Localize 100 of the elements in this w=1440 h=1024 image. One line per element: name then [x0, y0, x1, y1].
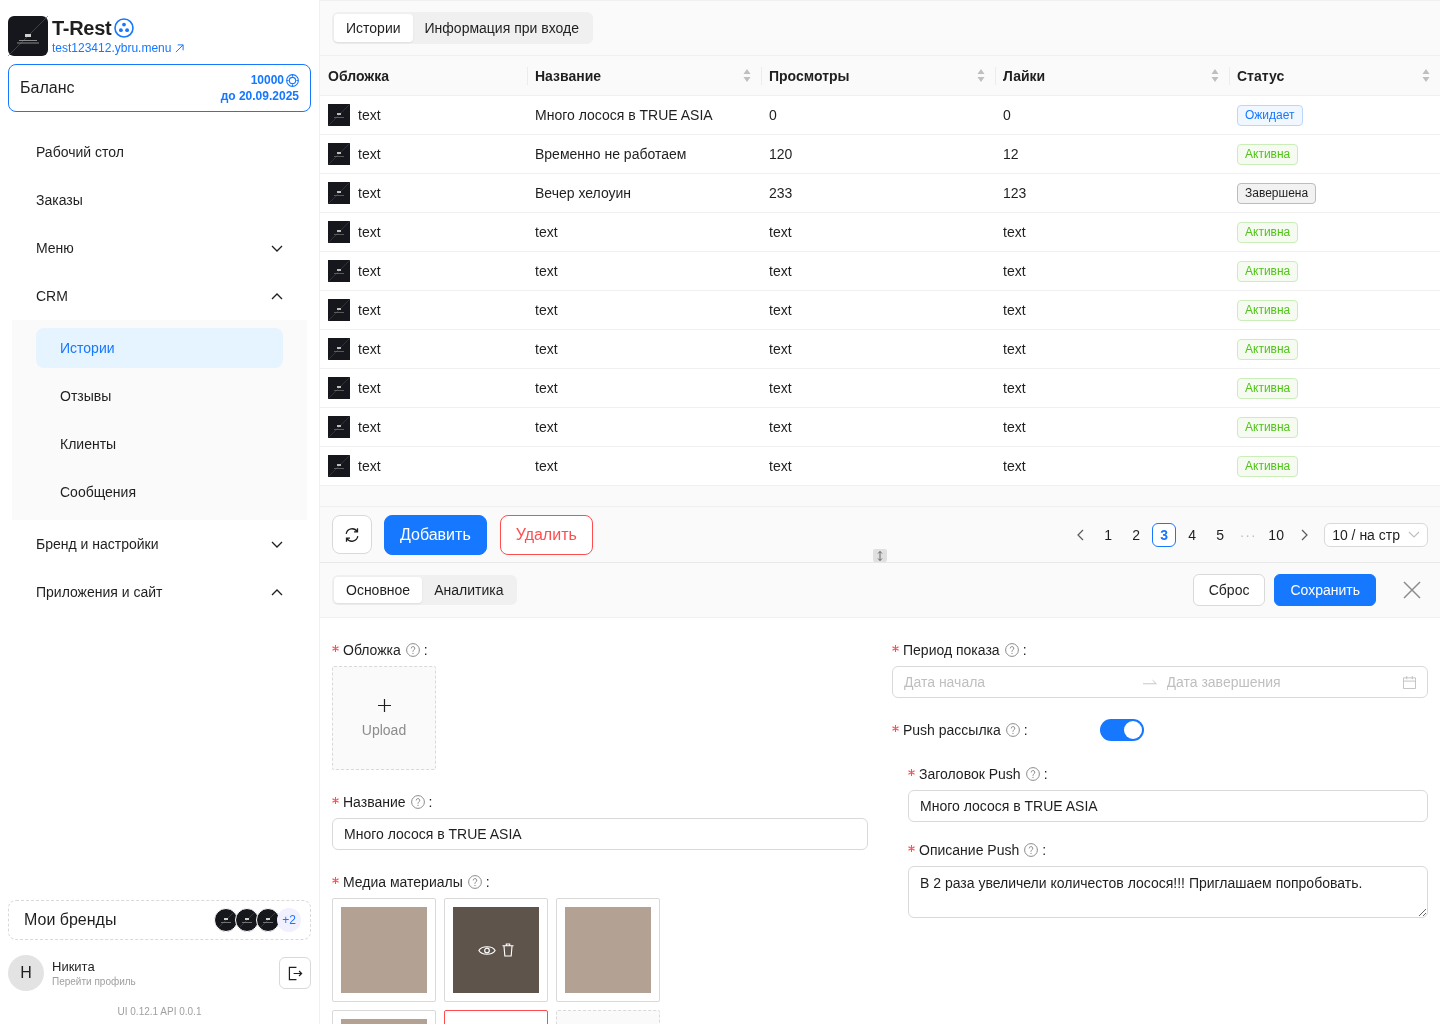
help-icon[interactable]: [1005, 723, 1020, 737]
cover-text: text: [358, 185, 381, 201]
label-colon: :: [1042, 842, 1047, 858]
submenu-item[interactable]: Сообщения: [36, 472, 283, 512]
media-item[interactable]: [444, 898, 548, 1002]
text-input[interactable]: Много лосося в TRUE ASIA: [908, 790, 1428, 822]
submenu-item[interactable]: Клиенты: [36, 424, 283, 464]
arrow-up-right-icon: [175, 43, 185, 53]
toggle-switch[interactable]: [1100, 719, 1144, 741]
sort-icon: [743, 69, 751, 82]
field-label: Push рассылка: [903, 722, 1001, 738]
help-icon[interactable]: [1025, 767, 1040, 781]
tab[interactable]: Истории: [334, 14, 413, 42]
table-cell-text: 0: [1002, 106, 1012, 125]
menu-item[interactable]: Рабочий стол: [12, 132, 307, 172]
brand-avatar: [256, 908, 280, 932]
cover-thumbnail: [328, 377, 350, 399]
page-button[interactable]: 2: [1124, 522, 1149, 547]
table-cell-text: text: [534, 457, 559, 476]
logout-button[interactable]: [279, 957, 311, 989]
cover-thumbnail: [328, 299, 350, 321]
cover-thumbnail: [328, 221, 350, 243]
page-button[interactable]: 10: [1264, 522, 1289, 547]
brand-name: T-Rest: [52, 16, 112, 40]
tab[interactable]: Аналитика: [422, 577, 516, 603]
add-button[interactable]: Добавить: [384, 514, 487, 555]
my-brands-label: Мои бренды: [24, 911, 117, 929]
table-cell-text: text: [534, 418, 559, 437]
table-cell-text: text: [1002, 457, 1027, 476]
table-cell-text: text: [768, 262, 793, 281]
help-icon[interactable]: [1004, 643, 1019, 657]
site-link[interactable]: test123412.ybru.menu: [52, 40, 185, 56]
table-cell-text: text: [768, 340, 793, 359]
table-cell-text: Много лосося в TRUE ASIA: [534, 106, 714, 125]
balance-expiry: до 20.09.2025: [220, 88, 299, 104]
label-colon: :: [1022, 642, 1027, 658]
menu-item[interactable]: CRM: [12, 276, 307, 316]
text-input[interactable]: Много лосося в TRUE ASIA: [332, 818, 868, 850]
reset-button[interactable]: Сброс: [1192, 574, 1266, 606]
resize-handle[interactable]: [873, 549, 887, 562]
table-cell-text: text: [1002, 340, 1027, 359]
user-avatar: Н: [8, 955, 44, 991]
status-tag: Активна: [1237, 299, 1299, 321]
menu-item[interactable]: Заказы: [12, 180, 307, 220]
table-cell-text: 123: [1002, 184, 1028, 203]
page-button[interactable]: 1: [1096, 522, 1121, 547]
label-colon: :: [423, 642, 428, 658]
start-date-input[interactable]: Дата начала: [904, 672, 1133, 692]
more-brands-badge[interactable]: +2: [277, 908, 301, 932]
page-button[interactable]: 4: [1180, 522, 1205, 547]
refresh-button[interactable]: [332, 515, 372, 554]
tab[interactable]: Информация при входе: [412, 14, 591, 42]
chevron-left-icon: [1076, 528, 1084, 541]
trash-icon[interactable]: [502, 943, 514, 957]
status-tag: Активна: [1237, 338, 1299, 360]
submenu-item[interactable]: Истории: [36, 328, 283, 368]
textarea-field[interactable]: В 2 раза увеличели количестов лосося!!! Приглашаем попробовать.: [908, 866, 1428, 918]
cover-thumbnail: [328, 455, 350, 477]
menu-item[interactable]: Бренд и настройки: [12, 524, 307, 564]
cover-text: text: [358, 302, 381, 318]
page-size-select[interactable]: 10 / на стр: [1324, 522, 1428, 547]
cover-text: text: [358, 107, 381, 123]
help-icon[interactable]: [467, 875, 482, 889]
column-header[interactable]: Просмотры: [761, 56, 995, 95]
column-header: Обложка: [327, 66, 390, 86]
menu-item[interactable]: Приложения и сайт: [12, 572, 307, 612]
cover-thumbnail: [328, 143, 350, 165]
calendar-icon[interactable]: [1403, 675, 1416, 689]
three-dots-circle-icon: [114, 18, 135, 38]
balance-card[interactable]: Баланс 10000 до 20.09.2025: [8, 64, 311, 112]
page-button[interactable]: 5: [1208, 522, 1233, 547]
table-cell-text: text: [534, 379, 559, 398]
date-range-field[interactable]: Дата начала Дата завершения: [892, 666, 1428, 698]
chevron-down-icon: [1408, 531, 1420, 538]
cover-text: text: [358, 263, 381, 279]
cover-text: text: [358, 146, 381, 162]
menu-item[interactable]: Меню: [12, 228, 307, 268]
user-name: Никита: [52, 958, 95, 975]
submenu-item[interactable]: Отзывы: [36, 376, 283, 416]
refresh-icon: [344, 526, 360, 543]
help-icon[interactable]: [405, 643, 420, 657]
status-tag: Активна: [1237, 143, 1299, 165]
end-date-input[interactable]: Дата завершения: [1166, 672, 1395, 692]
help-icon[interactable]: [410, 795, 425, 809]
column-header[interactable]: Статус: [1229, 56, 1440, 95]
help-icon[interactable]: [1024, 843, 1039, 857]
column-header[interactable]: Название: [527, 56, 761, 95]
table-cell-text: Вечер хелоуин: [534, 184, 633, 203]
plus-icon: [377, 698, 391, 712]
table-cell-text: text: [534, 301, 559, 320]
my-brands-card[interactable]: Мои бренды +2: [8, 900, 311, 940]
column-header[interactable]: Лайки: [995, 56, 1229, 95]
brand-avatar: [235, 908, 259, 932]
status-tag: Активна: [1237, 377, 1299, 399]
page-button[interactable]: 3: [1152, 522, 1177, 547]
balance-label: Баланс: [20, 79, 75, 97]
eye-icon[interactable]: [478, 943, 496, 957]
table-cell-text: text: [768, 418, 793, 437]
tab[interactable]: Основное: [334, 577, 423, 603]
save-button[interactable]: Сохранить: [1274, 574, 1376, 606]
